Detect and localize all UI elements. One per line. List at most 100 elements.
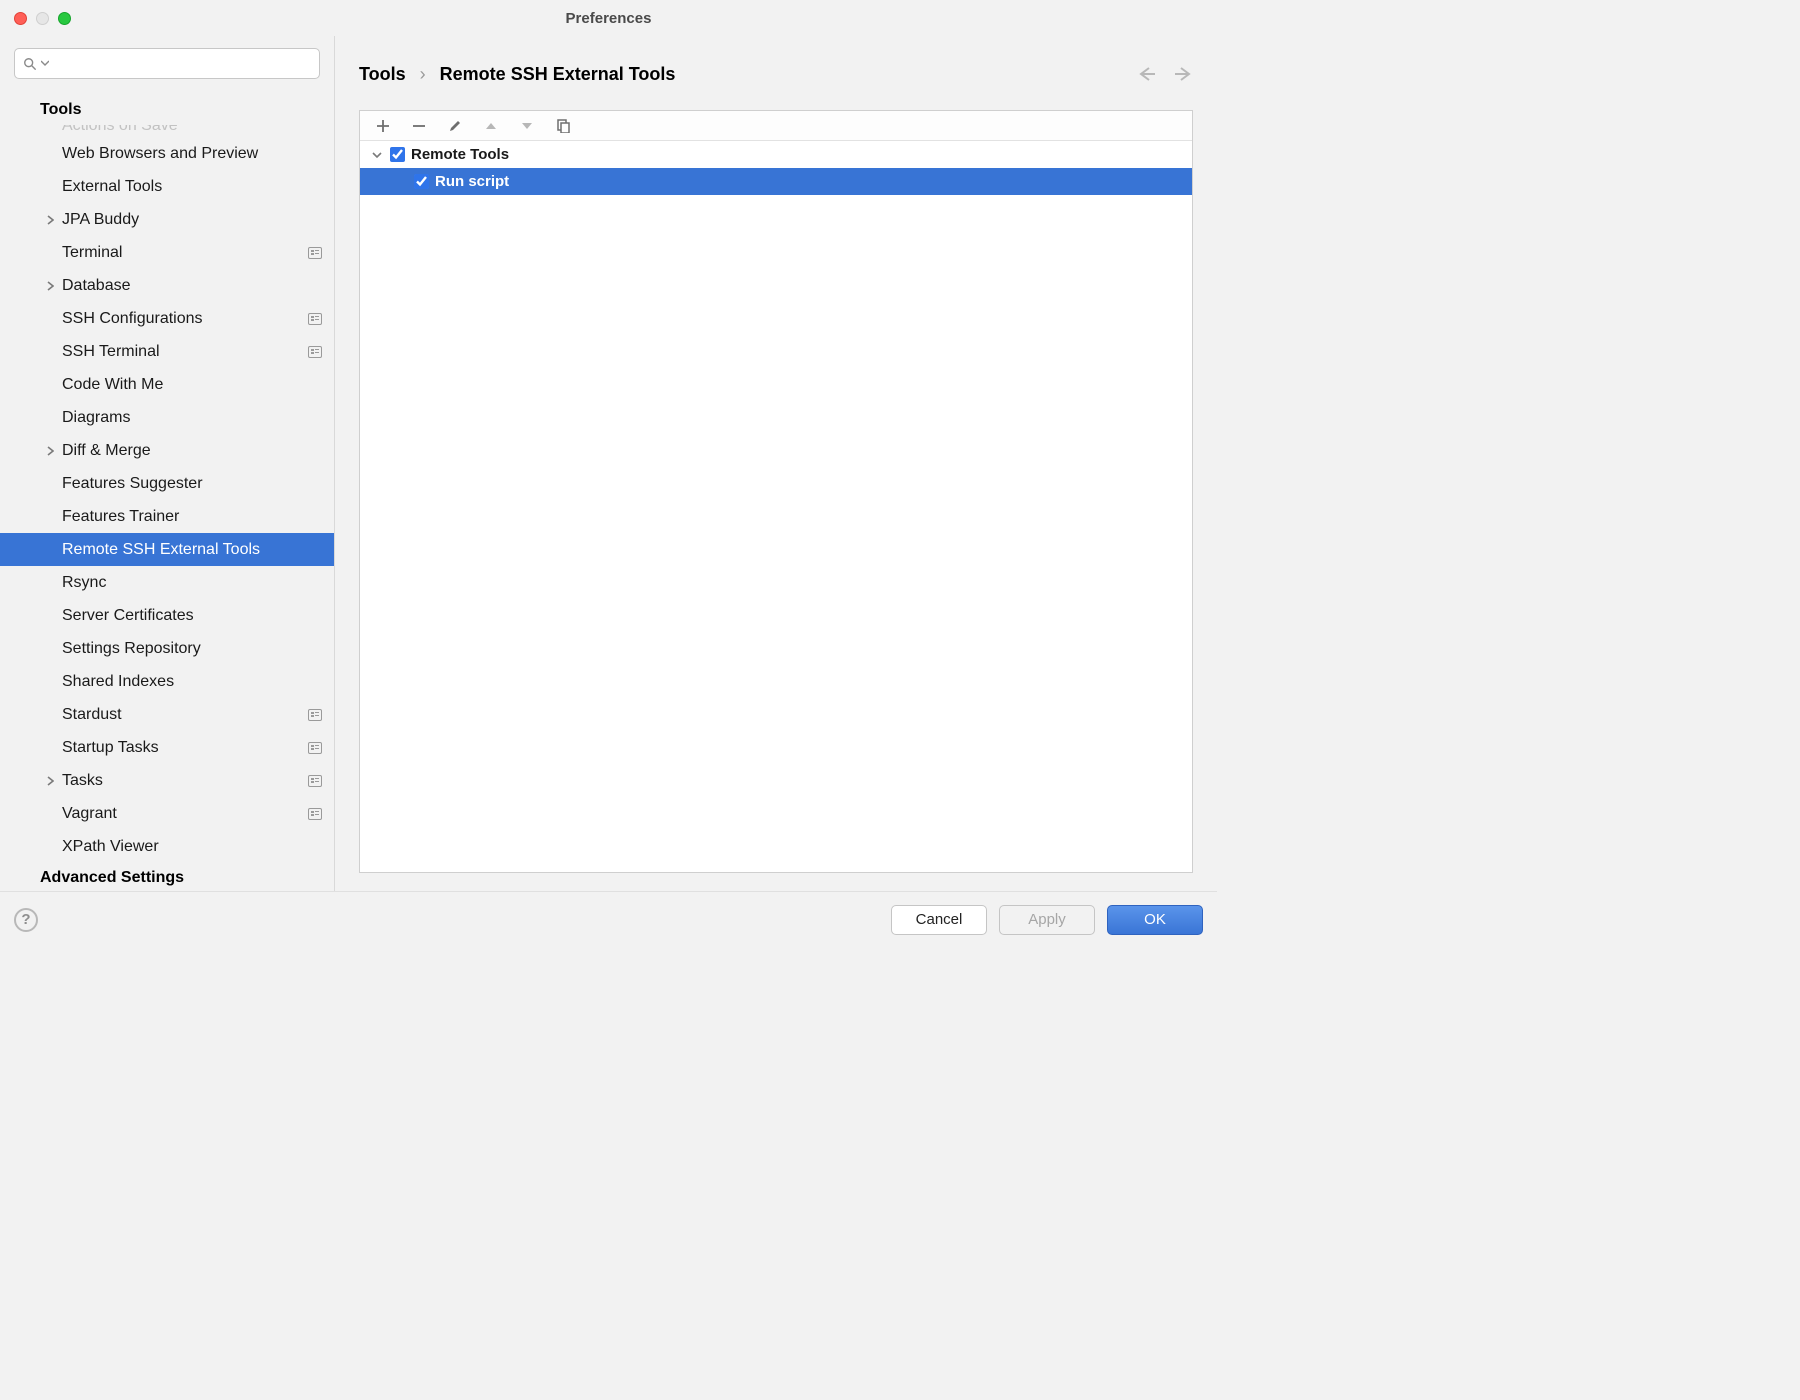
search-wrap: [0, 36, 334, 89]
project-badge-icon: [308, 709, 322, 721]
sidebar-item-vagrant[interactable]: Vagrant: [0, 797, 334, 830]
sidebar-item-rsync[interactable]: Rsync: [0, 566, 334, 599]
minimize-window-button[interactable]: [36, 12, 49, 25]
main-panel: Tools › Remote SSH External Tools: [335, 36, 1217, 891]
sidebar-item-label: Stardust: [62, 706, 302, 724]
chevron-right-icon[interactable]: [42, 446, 58, 456]
add-button[interactable]: [374, 117, 392, 135]
sidebar-item-stardust[interactable]: Stardust: [0, 698, 334, 731]
sidebar-item-ssh-terminal[interactable]: SSH Terminal: [0, 335, 334, 368]
breadcrumb-root[interactable]: Tools: [359, 64, 406, 85]
cancel-button[interactable]: Cancel: [891, 905, 987, 935]
sidebar-item-external-tools[interactable]: External Tools: [0, 170, 334, 203]
sidebar-item-label: Startup Tasks: [62, 739, 302, 757]
nav-arrows: [1137, 66, 1193, 82]
chevron-right-icon[interactable]: [42, 281, 58, 291]
sidebar-item-label: SSH Configurations: [62, 310, 302, 328]
tools-panel: Remote Tools Run script: [359, 110, 1193, 873]
chevron-down-icon[interactable]: [370, 150, 384, 160]
sidebar-item-label: XPath Viewer: [62, 838, 322, 856]
item-checkbox[interactable]: [414, 174, 429, 189]
panel-toolbar: [360, 111, 1192, 141]
breadcrumb-row: Tools › Remote SSH External Tools: [359, 54, 1193, 94]
sidebar-item-terminal[interactable]: Terminal: [0, 236, 334, 269]
sidebar-item-xpath-viewer[interactable]: XPath Viewer: [0, 830, 334, 863]
sidebar-item-diff-merge[interactable]: Diff & Merge: [0, 434, 334, 467]
footer: ? Cancel Apply OK: [0, 891, 1217, 947]
breadcrumb-leaf: Remote SSH External Tools: [440, 64, 676, 85]
sidebar-item-server-certificates[interactable]: Server Certificates: [0, 599, 334, 632]
move-down-button[interactable]: [518, 117, 536, 135]
search-input[interactable]: [14, 48, 320, 79]
project-badge-icon: [308, 346, 322, 358]
sidebar-item-label: Shared Indexes: [62, 673, 322, 691]
group-checkbox[interactable]: [390, 147, 405, 162]
sidebar-item-diagrams[interactable]: Diagrams: [0, 401, 334, 434]
apply-button[interactable]: Apply: [999, 905, 1095, 935]
search-dropdown-icon[interactable]: [41, 60, 49, 68]
sidebar: Tools Actions on Save Web Browsers and P…: [0, 36, 335, 891]
sidebar-item-label: Vagrant: [62, 805, 302, 823]
search-field[interactable]: [53, 56, 311, 72]
sidebar-item-tasks[interactable]: Tasks: [0, 764, 334, 797]
edit-button[interactable]: [446, 117, 464, 135]
sidebar-item-features-suggester[interactable]: Features Suggester: [0, 467, 334, 500]
sidebar-section-tools[interactable]: Tools: [0, 95, 334, 125]
tools-tree: Remote Tools Run script: [360, 141, 1192, 872]
sidebar-item-startup-tasks[interactable]: Startup Tasks: [0, 731, 334, 764]
sidebar-item-label: Database: [62, 277, 322, 295]
sidebar-item-jpa-buddy[interactable]: JPA Buddy: [0, 203, 334, 236]
help-button[interactable]: ?: [14, 908, 38, 932]
traffic-lights: [0, 12, 71, 25]
item-label: Run script: [435, 173, 509, 190]
breadcrumb-sep-icon: ›: [420, 64, 426, 85]
sidebar-item-label: Diagrams: [62, 409, 322, 427]
sidebar-item-label: Settings Repository: [62, 640, 322, 658]
nav-forward-icon[interactable]: [1173, 66, 1193, 82]
close-window-button[interactable]: [14, 12, 27, 25]
sidebar-item-remote-ssh-external-tools[interactable]: Remote SSH External Tools: [0, 533, 334, 566]
sidebar-item-label: Remote SSH External Tools: [62, 541, 322, 559]
copy-button[interactable]: [554, 117, 572, 135]
sidebar-item-label: Tasks: [62, 772, 302, 790]
chevron-right-icon[interactable]: [42, 215, 58, 225]
sidebar-item-label: Features Trainer: [62, 508, 322, 526]
zoom-window-button[interactable]: [58, 12, 71, 25]
sidebar-item-label: Web Browsers and Preview: [62, 145, 322, 163]
sidebar-item-label: Rsync: [62, 574, 322, 592]
sidebar-section-advanced[interactable]: Advanced Settings: [0, 863, 334, 891]
sidebar-item-label: SSH Terminal: [62, 343, 302, 361]
body: Tools Actions on Save Web Browsers and P…: [0, 36, 1217, 891]
sidebar-item-label: Diff & Merge: [62, 442, 322, 460]
sidebar-item-web-browsers-and-preview[interactable]: Web Browsers and Preview: [0, 137, 334, 170]
ok-button[interactable]: OK: [1107, 905, 1203, 935]
tree-group-row[interactable]: Remote Tools: [360, 141, 1192, 168]
sidebar-item-features-trainer[interactable]: Features Trainer: [0, 500, 334, 533]
project-badge-icon: [308, 775, 322, 787]
move-up-button[interactable]: [482, 117, 500, 135]
nav-back-icon[interactable]: [1137, 66, 1157, 82]
sidebar-item-code-with-me[interactable]: Code With Me: [0, 368, 334, 401]
chevron-right-icon[interactable]: [42, 776, 58, 786]
sidebar-item-label: Terminal: [62, 244, 302, 262]
sidebar-item-label: Code With Me: [62, 376, 322, 394]
sidebar-item-shared-indexes[interactable]: Shared Indexes: [0, 665, 334, 698]
breadcrumb: Tools › Remote SSH External Tools: [359, 64, 675, 85]
group-label: Remote Tools: [411, 146, 509, 163]
tree-item-row[interactable]: Run script: [360, 168, 1192, 195]
sidebar-item-label: Server Certificates: [62, 607, 322, 625]
project-badge-icon: [308, 247, 322, 259]
search-icon: [23, 57, 37, 71]
project-badge-icon: [308, 742, 322, 754]
sidebar-item-ssh-configurations[interactable]: SSH Configurations: [0, 302, 334, 335]
sidebar-item-label: JPA Buddy: [62, 211, 322, 229]
sidebar-item-settings-repository[interactable]: Settings Repository: [0, 632, 334, 665]
sidebar-item-database[interactable]: Database: [0, 269, 334, 302]
titlebar: Preferences: [0, 0, 1217, 36]
project-badge-icon: [308, 313, 322, 325]
sidebar-item-partial[interactable]: Actions on Save: [0, 125, 334, 137]
project-badge-icon: [308, 808, 322, 820]
remove-button[interactable]: [410, 117, 428, 135]
sidebar-tree: Tools Actions on Save Web Browsers and P…: [0, 89, 334, 891]
window-title: Preferences: [0, 10, 1217, 27]
